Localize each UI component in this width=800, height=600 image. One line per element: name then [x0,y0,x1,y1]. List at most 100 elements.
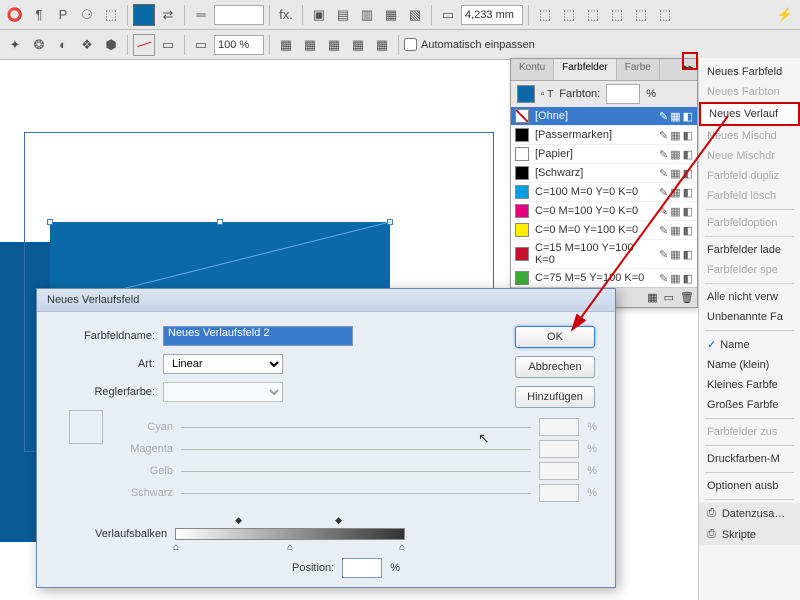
menu-item[interactable]: Kleines Farbfe [699,375,800,395]
fit1-icon[interactable]: ⬚ [534,4,556,26]
swatch-row[interactable]: [Passermarken]✎▦◧ [511,126,697,145]
gradient-ramp[interactable] [175,528,405,540]
t1-icon[interactable]: ✦ [4,34,26,56]
t11-icon[interactable]: ▦ [323,34,345,56]
menu-item[interactable]: ✓Name [699,334,800,355]
swatch-name: C=75 M=5 Y=100 K=0 [535,272,644,284]
flash-icon[interactable]: ⚡ [774,4,796,26]
swatch-name: [Passermarken] [535,129,612,141]
channel-input[interactable] [539,462,579,480]
panel-header: ▫ T Farbton: % [511,81,697,107]
menu-item[interactable]: Unbenannte Fa [699,307,800,327]
t5-icon[interactable]: ⬢ [100,34,122,56]
anchor-icon[interactable]: ⭕ [4,4,26,26]
wrap5-icon[interactable]: ▧ [404,4,426,26]
wrap4-icon[interactable]: ▦ [380,4,402,26]
toolbar-row-2: ✦ ❂ ◐ ❖ ⬢ ╱ ▭ ▭ 100 % ▦ ▦ ▦ ▦ ▦ Automati… [0,30,800,60]
fit3-icon[interactable]: ⬚ [582,4,604,26]
hierarchy-icon[interactable]: ⚆ [76,4,98,26]
menu-item[interactable]: Farbfelder lade [699,240,800,260]
swatch-row[interactable]: [Papier]✎▦◧ [511,145,697,164]
menu-item[interactable]: Druckfarben-M [699,449,800,469]
fill-proxy-icon[interactable] [517,85,535,103]
swatch-row[interactable]: [Schwarz]✎▦◧ [511,164,697,183]
trash-icon[interactable]: 🗑 [680,291,694,304]
menu-item[interactable]: Name (klein) [699,355,800,375]
t9-icon[interactable]: ▦ [275,34,297,56]
add-button[interactable]: Hinzufügen [515,386,595,408]
tint-input[interactable] [606,84,640,104]
fit6-icon[interactable]: ⬚ [654,4,676,26]
t2-icon[interactable]: ❂ [28,34,50,56]
autofit-checkbox[interactable]: Automatisch einpassen [404,38,535,51]
swatch-list[interactable]: [Ohne]✎▦◧[Passermarken]✎▦◧[Papier]✎▦◧[Sc… [511,107,697,287]
gradbar-label: Verlaufsbalken [95,528,167,540]
fit4-icon[interactable]: ⬚ [606,4,628,26]
t4-icon[interactable]: ❖ [76,34,98,56]
channel-input[interactable] [539,484,579,502]
tab-color[interactable]: Farbe [617,59,660,80]
gradient-stop[interactable]: ⌂ [287,542,293,553]
t12-icon[interactable]: ▦ [347,34,369,56]
menu-item[interactable]: Neues Farbfeld [699,62,800,82]
new-folder-icon[interactable]: ▭ [664,291,674,304]
gradient-stop[interactable]: ⌂ [399,542,405,553]
autofit-label: Automatisch einpassen [421,39,535,51]
swatch-row[interactable]: C=0 M=0 Y=100 K=0✎▦◧ [511,221,697,240]
stopcolor-select[interactable] [163,382,283,402]
tab-swatches[interactable]: Farbfelder [554,59,617,80]
menu-item[interactable]: Optionen ausb [699,476,800,496]
char-icon[interactable]: P [52,4,74,26]
toolbar-row-1: ⭕ ¶ P ⚆ ⬚ ⇄ ═ fx. ▣ ▤ ▥ ▦ ▧ ▭ 4,233 mm ⬚… [0,0,800,30]
menu-item[interactable]: ⎙Datenzusa… [699,503,800,524]
fx-icon[interactable]: fx. [275,4,297,26]
t3-icon[interactable]: ◐ [52,34,74,56]
t7-icon[interactable]: ▭ [157,34,179,56]
t8-icon[interactable]: ▭ [190,34,212,56]
channel-input[interactable] [539,418,579,436]
new-swatch-icon[interactable]: ▦ [647,291,657,304]
fillstroke-toggle-icon[interactable]: ▫ T [541,89,553,100]
menu-item: Neues Mischd [699,126,800,146]
name-input[interactable]: Neues Verlaufsfeld 2 [163,326,353,346]
menu-item[interactable]: Alle nicht verw [699,287,800,307]
cancel-button[interactable]: Abbrechen [515,356,595,378]
gradient-stop[interactable]: ⌂ [173,542,179,553]
menu-item[interactable]: Neues Verlauf [699,102,800,126]
channel-input[interactable] [539,440,579,458]
wrap1-icon[interactable]: ▣ [308,4,330,26]
wrap2-icon[interactable]: ▤ [332,4,354,26]
swatch-row[interactable]: C=0 M=100 Y=0 K=0✎▦◧ [511,202,697,221]
swatch-name: C=0 M=0 Y=100 K=0 [535,224,638,236]
struct-icon[interactable]: ⬚ [100,4,122,26]
fit2-icon[interactable]: ⬚ [558,4,580,26]
frame-icon[interactable]: ▭ [437,4,459,26]
t10-icon[interactable]: ▦ [299,34,321,56]
cursor-icon: ↖ [478,430,490,447]
menu-item: Neues Farbton [699,82,800,102]
swap-icon[interactable]: ⇄ [157,4,179,26]
swatch-name: C=100 M=0 Y=0 K=0 [535,186,638,198]
menu-item[interactable]: ⎙Skripte [699,524,800,545]
tab-stroke[interactable]: Kontu [511,59,554,80]
stroke-weight-icon[interactable]: ═ [190,4,212,26]
type-select[interactable]: Linear [163,354,283,374]
wrap3-icon[interactable]: ▥ [356,4,378,26]
position-input[interactable] [342,558,382,578]
swatch-row[interactable]: C=100 M=0 Y=0 K=0✎▦◧ [511,183,697,202]
fit5-icon[interactable]: ⬚ [630,4,652,26]
position-label: Position: [292,562,334,574]
menu-item[interactable]: Großes Farbfe [699,395,800,415]
opacity-field[interactable]: 100 % [214,35,264,55]
stroke-field[interactable] [214,5,264,25]
t13-icon[interactable]: ▦ [371,34,393,56]
swatch-row[interactable]: [Ohne]✎▦◧ [511,107,697,126]
measure-field[interactable]: 4,233 mm [461,5,523,25]
swatch-row[interactable]: C=15 M=100 Y=100 K=0✎▦◧ [511,240,697,269]
swatch-name: [Schwarz] [535,167,583,179]
none-stroke-icon[interactable]: ╱ [133,34,155,56]
ok-button[interactable]: OK [515,326,595,348]
para-icon[interactable]: ¶ [28,4,50,26]
fill-color[interactable] [133,4,155,26]
swatch-row[interactable]: C=75 M=5 Y=100 K=0✎▦◧ [511,269,697,287]
